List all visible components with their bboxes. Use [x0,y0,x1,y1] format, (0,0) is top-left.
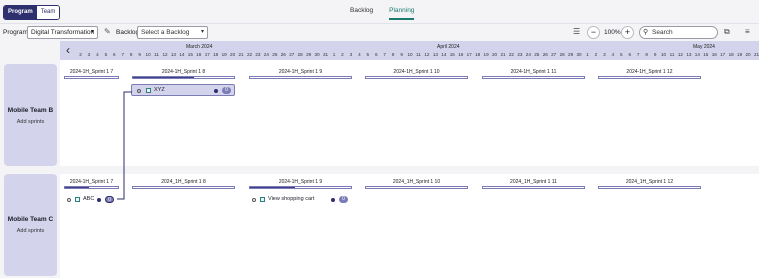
card-title: View shopping cart [268,196,315,202]
top-bar: Program Team Backlog Planning [0,0,759,24]
sprint-bar[interactable]: 2024-1H_Sprint 1 7 [64,179,119,189]
sprint-bar[interactable]: 2024-1H_Sprint 1 12 [598,69,701,79]
sprint-progress-track [598,186,701,189]
zoom-in-button[interactable]: + [621,26,634,39]
day-ruler: 2 3 4 5 6 7 8 9 10 11 12 13 14 15 16 17 18 19 20 21 22 23 24 25… [76,51,759,60]
chevron-down-icon: ▾ [90,29,94,35]
sprint-bar[interactable]: 2024-1H_Sprint 1 11 [482,69,585,79]
search-icon: ⚲ [643,29,649,36]
sprint-name: 2024-1H_Sprint 1 12 [626,69,673,75]
feature-card[interactable]: ABC 0 [64,194,117,206]
sprint-name: 2024-1H_Sprint 1 7 [69,69,114,75]
count-badge: 0 [339,195,348,203]
filter-bar: Program Digital Transformation ▾ ✎ Backl… [0,24,759,41]
sprint-bar[interactable]: 2024_1H_Sprint 1 11 [482,179,585,189]
sprint-bar[interactable]: 2024_1H_Sprint 1 8 [132,179,235,189]
program-label: Program [3,29,28,36]
team-row-header: Mobile Team B Add sprints [4,64,57,166]
program-select-value: Digital Transformation [31,29,95,36]
sprint-name: 2024-1H_Sprint 1 9 [278,69,323,75]
sprint-progress-track [365,76,468,79]
chevron-down-icon: ▾ [200,29,204,35]
feature-card[interactable]: View shopping cart 0 [249,194,353,206]
sprint-bar[interactable]: 2024-1H_Sprint 1 9 [249,179,352,189]
sprint-name: 2024_1H_Sprint 1 10 [392,179,441,185]
program-toggle-button[interactable]: Program [4,6,37,19]
status-dot-icon [214,88,218,93]
month-label: March 2024 [186,44,213,50]
sprint-name: 2024-1H_Sprint 1 8 [161,69,206,75]
sprint-name: 2024-1H_Sprint 1 10 [393,69,440,75]
zoom-level: 100% [604,29,621,36]
sprint-bar[interactable]: 2024-1H_Sprint 1 8 [132,69,235,79]
team-row-header: Mobile Team C Add sprints [4,174,57,276]
sprint-progress-track [132,76,235,79]
sprint-name: 2024-1H_Sprint 1 11 [510,69,557,75]
add-sprints-link[interactable]: Add sprints [4,119,57,125]
tab-planning[interactable]: Planning [389,7,415,20]
backlog-label: Backlog [116,29,140,36]
edit-icon[interactable]: ✎ [104,27,111,36]
month-label: April 2024 [437,44,460,50]
team-name: Mobile Team B [7,107,54,114]
sprint-progress-track [482,76,585,79]
card-title: ABC [83,196,95,202]
sprint-progress-track [482,186,585,189]
chevron-left-icon[interactable]: ‹ [60,41,76,60]
status-circle-icon [252,197,256,202]
sprint-bar[interactable]: 2024_1H_Sprint 1 12 [598,179,701,189]
sprint-bar[interactable]: 2024-1H_Sprint 1 9 [249,69,352,79]
sprint-progress-track [64,76,119,79]
status-circle-icon [137,88,141,93]
add-sprints-link[interactable]: Add sprints [4,228,57,234]
sprint-progress-track [132,186,235,189]
sprint-bar[interactable]: 2024-1H_Sprint 1 10 [365,69,468,79]
sprint-progress-track [249,76,352,79]
sprint-name: 2024-1H_Sprint 1 9 [278,179,323,185]
menu-icon[interactable]: ≡ [745,27,750,36]
sprint-progress-track [64,186,119,189]
search-placeholder: Search [652,29,673,36]
sprint-progress-track [365,186,468,189]
sprint-name: 2024_1H_Sprint 1 12 [625,179,674,185]
row-divider [60,166,759,174]
day-label: 21 [753,52,759,57]
count-badge: 0 [222,86,231,94]
status-dot-icon [331,197,335,202]
sprint-name: 2024_1H_Sprint 1 11 [510,179,557,185]
count-badge: 0 [105,195,114,203]
backlog-select-placeholder: Select a Backlog [141,29,190,36]
sprint-progress-fill [250,187,296,188]
program-select[interactable]: Digital Transformation ▾ [27,26,98,39]
story-icon [146,88,151,93]
open-external-icon[interactable]: ⧉ [724,27,730,37]
tab-backlog[interactable]: Backlog [350,7,373,20]
sprint-progress-fill [133,77,194,78]
search-input[interactable]: ⚲ Search [639,26,718,39]
status-dot-icon [97,197,101,202]
sprint-progress-fill [65,187,89,188]
story-icon [260,197,265,202]
team-name: Mobile Team C [7,216,54,223]
card-title: XYZ [154,87,165,93]
sprint-bar[interactable]: 2024_1H_Sprint 1 10 [365,179,468,189]
backlog-select[interactable]: Select a Backlog ▾ [137,26,208,39]
sprint-name: 2024-1H_Sprint 1 7 [69,179,114,185]
team-toggle-button[interactable]: Team [36,6,60,19]
sprint-progress-track [598,76,701,79]
sprint-bar[interactable]: 2024-1H_Sprint 1 7 [64,69,119,79]
filter-settings-icon[interactable]: ☰ [573,27,580,36]
status-circle-icon [67,197,71,202]
zoom-out-button[interactable]: − [587,26,600,39]
feature-card[interactable]: XYZ 0 [131,84,235,96]
nav-tabs: Backlog Planning [350,7,415,20]
sprint-progress-track [249,186,352,189]
sprint-name: 2024_1H_Sprint 1 8 [161,179,206,185]
month-label: May 2024 [693,44,715,50]
view-toggle: Program Team [3,5,61,20]
story-icon [75,197,80,202]
